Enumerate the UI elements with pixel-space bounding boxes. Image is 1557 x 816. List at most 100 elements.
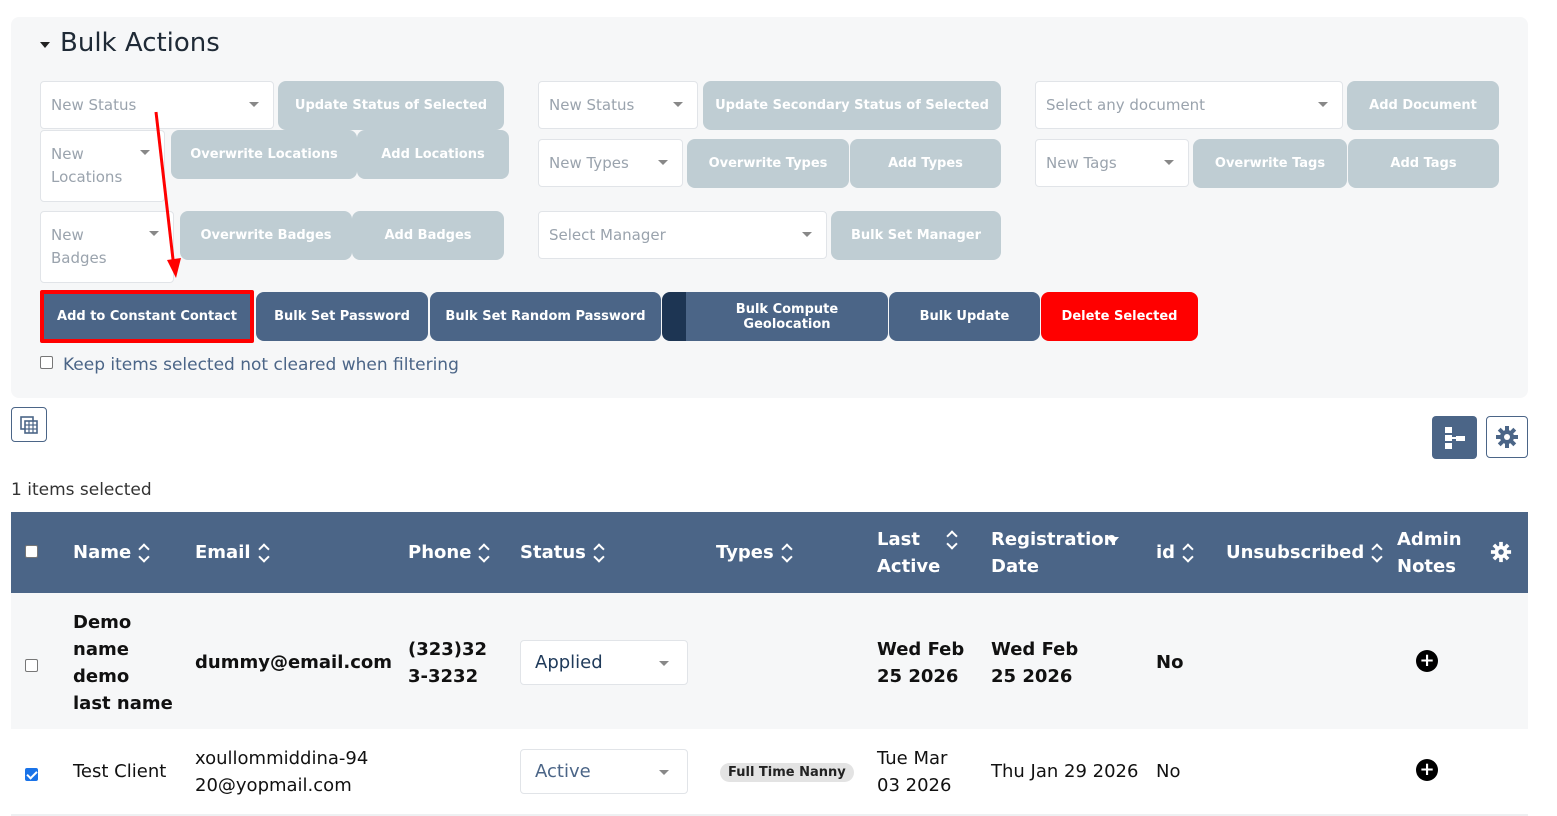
add-locations-button[interactable]: Add Locations — [357, 130, 509, 179]
add-badges-button[interactable]: Add Badges — [352, 211, 504, 260]
chevron-down-icon — [249, 102, 259, 107]
cell-last-active: Wed Feb 25 2026 — [877, 639, 965, 687]
keep-selected-option[interactable]: Keep items selected not cleared when fil… — [40, 355, 459, 375]
new-secondary-status-placeholder: New Status — [549, 96, 635, 114]
cell-email: dummy@email.com — [195, 652, 393, 673]
column-settings-gear-icon[interactable] — [1490, 541, 1512, 563]
column-label: Registration Date — [991, 529, 1117, 577]
select-document-select[interactable]: Select any document — [1035, 81, 1343, 129]
status-select[interactable]: Active — [520, 749, 688, 794]
column-header-last-active[interactable]: Last Active — [877, 526, 957, 580]
chevron-down-icon — [658, 160, 668, 165]
sort-icon — [947, 530, 957, 550]
add-tags-button[interactable]: Add Tags — [1348, 139, 1499, 188]
column-header-status[interactable]: Status — [520, 539, 604, 566]
column-label: Phone — [408, 542, 472, 563]
overwrite-tags-button[interactable]: Overwrite Tags — [1193, 139, 1347, 188]
status-value: Applied — [535, 652, 603, 673]
gear-icon — [1496, 426, 1518, 448]
new-badges-placeholder: New Badges — [51, 226, 107, 267]
sort-icon — [479, 543, 489, 563]
status-value: Active — [535, 761, 591, 782]
column-header-registration-date[interactable]: Registration Date — [991, 526, 1119, 580]
column-header-unsubscribed[interactable]: Unsubscribed — [1226, 539, 1382, 566]
chevron-down-icon — [659, 660, 669, 666]
new-types-select[interactable]: New Types — [538, 139, 683, 187]
cell-phone: (323)323-3232 — [408, 639, 488, 687]
column-header-id[interactable]: id — [1156, 539, 1193, 566]
bulk-set-password-button[interactable]: Bulk Set Password — [256, 292, 428, 341]
row-checkbox[interactable] — [25, 768, 38, 781]
new-tags-select[interactable]: New Tags — [1035, 139, 1189, 187]
select-manager-select[interactable]: Select Manager — [538, 211, 827, 259]
new-status-placeholder: New Status — [51, 96, 137, 114]
annotation-arrow-icon — [154, 111, 181, 278]
new-tags-placeholder: New Tags — [1046, 154, 1117, 172]
column-label: Unsubscribed — [1226, 542, 1365, 563]
chevron-down-icon — [802, 232, 812, 237]
bulk-actions-toggle[interactable]: Bulk Actions — [40, 28, 220, 58]
export-button[interactable] — [11, 407, 47, 442]
column-label: Last Active — [877, 529, 941, 577]
add-note-plus-icon[interactable]: + — [1416, 759, 1438, 781]
column-label: Admin Notes — [1397, 529, 1462, 577]
add-document-button[interactable]: Add Document — [1347, 81, 1499, 130]
type-badge: Full Time Nanny — [720, 763, 854, 782]
update-secondary-status-button[interactable]: Update Secondary Status of Selected — [703, 81, 1001, 130]
new-locations-select[interactable]: New Locations — [40, 130, 165, 202]
sort-icon — [139, 543, 149, 563]
column-header-name[interactable]: Name — [73, 539, 149, 566]
column-label: Types — [716, 542, 774, 563]
new-types-placeholder: New Types — [549, 154, 629, 172]
sort-icon — [1372, 543, 1382, 563]
column-label: id — [1156, 542, 1176, 563]
column-header-phone[interactable]: Phone — [408, 539, 489, 566]
keep-selected-checkbox[interactable] — [40, 355, 53, 369]
overwrite-locations-button[interactable]: Overwrite Locations — [171, 130, 357, 179]
bulk-update-button[interactable]: Bulk Update — [889, 292, 1040, 341]
cell-registration-date: Wed Feb 25 2026 — [991, 639, 1079, 687]
select-manager-placeholder: Select Manager — [549, 226, 666, 244]
cell-unsubscribed: No — [1156, 652, 1184, 673]
select-all-checkbox[interactable] — [25, 545, 38, 558]
column-header-admin-notes[interactable]: Admin Notes — [1397, 526, 1462, 580]
sitemap-icon — [1444, 426, 1465, 449]
bulk-set-random-password-button[interactable]: Bulk Set Random Password — [430, 292, 661, 341]
add-to-constant-contact-button[interactable]: Add to Constant Contact — [40, 292, 254, 341]
cell-last-active: Tue Mar 03 2026 — [877, 748, 952, 796]
cell-name[interactable]: Test Client — [73, 758, 166, 785]
selection-count: 1 items selected — [11, 480, 152, 500]
chevron-down-icon — [1318, 102, 1328, 107]
cell-email: xoullommiddina-9420@yopmail.com — [195, 748, 369, 796]
bulk-actions-title: Bulk Actions — [60, 28, 220, 58]
overwrite-types-button[interactable]: Overwrite Types — [687, 139, 849, 188]
cell-registration-date: Thu Jan 29 2026 — [991, 761, 1139, 782]
update-status-button[interactable]: Update Status of Selected — [278, 81, 504, 130]
sort-desc-icon — [1107, 536, 1119, 544]
row-checkbox[interactable] — [25, 659, 38, 672]
settings-button[interactable] — [1486, 416, 1528, 458]
cell-unsubscribed: No — [1156, 761, 1181, 782]
bulk-compute-geolocation-button[interactable]: Bulk Compute Geolocation — [662, 292, 888, 341]
chevron-down-icon — [140, 150, 150, 155]
bulk-set-manager-button[interactable]: Bulk Set Manager — [831, 211, 1001, 260]
column-header-types[interactable]: Types — [716, 539, 792, 566]
new-locations-placeholder: New Locations — [51, 145, 123, 186]
select-document-placeholder: Select any document — [1046, 96, 1206, 114]
column-label: Email — [195, 542, 251, 563]
overwrite-badges-button[interactable]: Overwrite Badges — [180, 211, 352, 260]
column-label: Name — [73, 542, 132, 563]
cell-name[interactable]: Demo name demo last name — [73, 609, 173, 717]
chevron-down-icon — [673, 102, 683, 107]
column-label: Status — [520, 542, 586, 563]
status-select[interactable]: Applied — [520, 640, 688, 685]
new-secondary-status-select[interactable]: New Status — [538, 81, 698, 129]
delete-selected-button[interactable]: Delete Selected — [1041, 292, 1198, 341]
hierarchy-view-button[interactable] — [1432, 416, 1477, 459]
add-note-plus-icon[interactable]: + — [1416, 650, 1438, 672]
add-types-button[interactable]: Add Types — [850, 139, 1001, 188]
sort-icon — [782, 543, 792, 563]
column-header-email[interactable]: Email — [195, 539, 269, 566]
chevron-down-icon — [1164, 160, 1174, 165]
chevron-down-icon — [659, 769, 669, 775]
